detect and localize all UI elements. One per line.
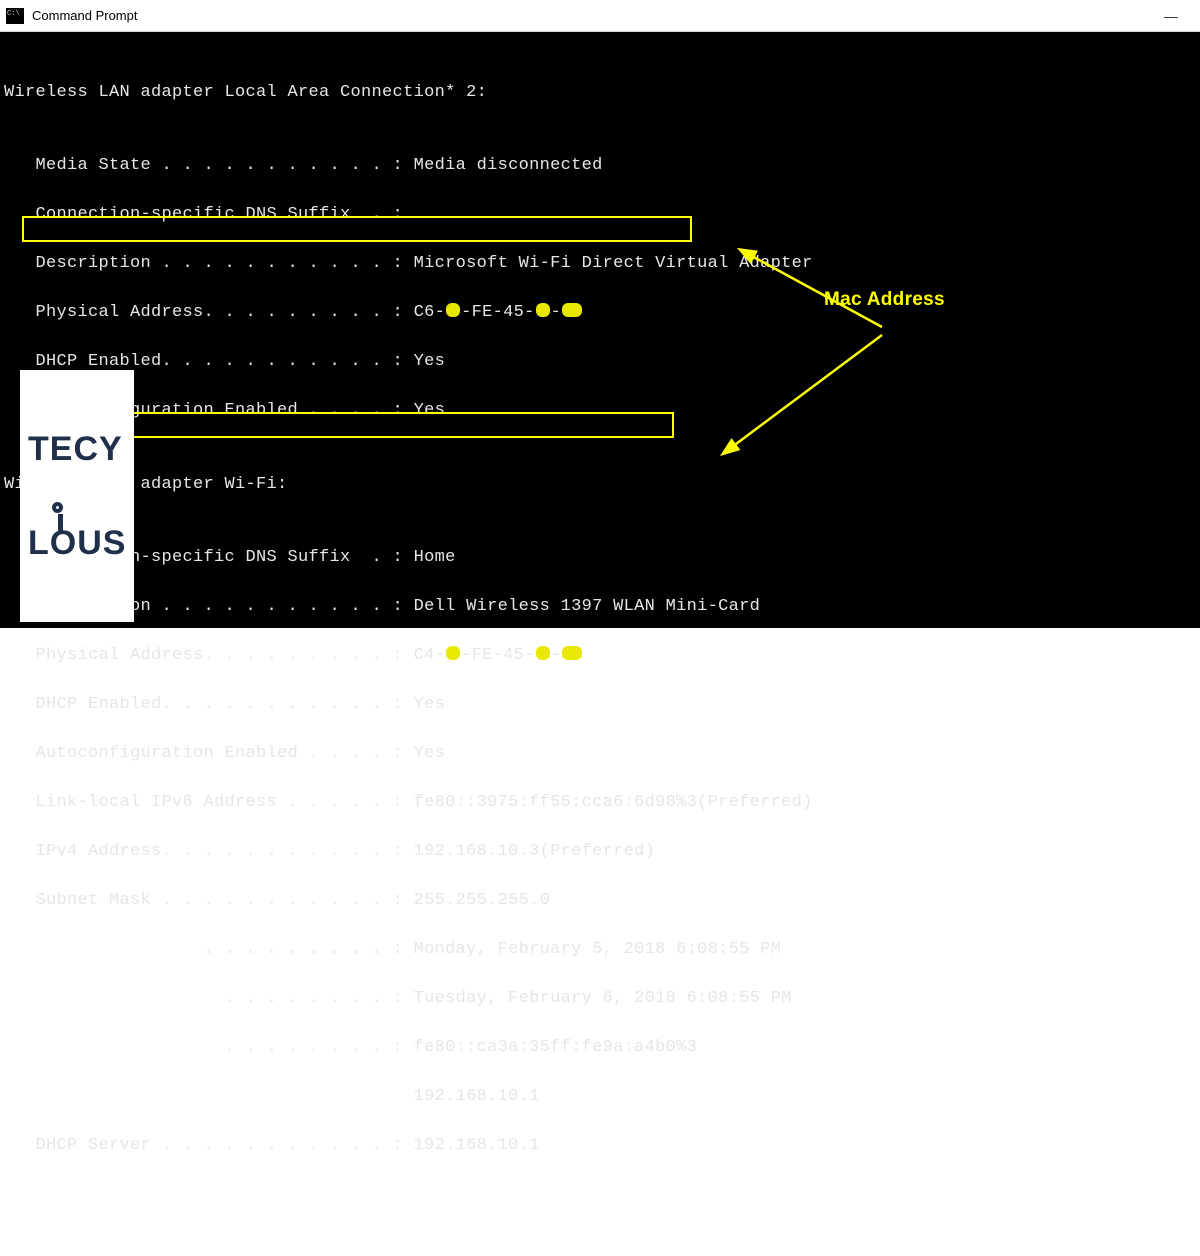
annotation-label: Mac Address [824, 288, 945, 313]
dns-suffix-line: Connection-specific DNS Suffix . : [4, 203, 1200, 228]
redacted-octet [446, 303, 460, 317]
physaddr-mid: -FE-45- [461, 646, 535, 665]
redacted-octet [446, 646, 460, 660]
logo-o-icon: O [50, 528, 77, 559]
physical-address-line: Physical Address. . . . . . . . . : C4--… [4, 644, 1200, 669]
description-line: Description . . . . . . . . . . . : Micr… [4, 252, 1200, 277]
ipv4-line: IPv4 Address. . . . . . . . . . . : 192.… [4, 840, 1200, 865]
watermark-logo: TECY LOUS [20, 370, 134, 622]
window-titlebar: Command Prompt — [0, 0, 1200, 32]
cmd-icon [6, 8, 24, 24]
logo-us: US [77, 524, 126, 562]
autoconfig-line: Autoconfiguration Enabled . . . . : Yes [4, 399, 1200, 424]
logo-row1: TECY [28, 434, 126, 465]
redacted-octet [562, 303, 582, 317]
redacted-octet [562, 646, 582, 660]
dhcp-enabled-line: DHCP Enabled. . . . . . . . . . . : Yes [4, 350, 1200, 375]
gateway-line: . . . . . . . . : fe80::ca3a:35ff:fe9a:a… [4, 1036, 1200, 1061]
logo-row2: LOUS [28, 528, 126, 559]
gateway-line2: 192.168.10.1 [4, 1085, 1200, 1110]
adapter-header: Wireless LAN adapter Wi-Fi: [4, 473, 1200, 498]
physaddr-left: Physical Address. . . . . . . . . : C6- [4, 303, 445, 322]
physical-address-line: Physical Address. . . . . . . . . : C6--… [4, 301, 1200, 326]
logo-l: L [28, 524, 50, 562]
minimize-button[interactable]: — [1148, 0, 1194, 32]
physaddr-left: Physical Address. . . . . . . . . : C4- [4, 646, 445, 665]
description-line: Description . . . . . . . . . . . : Dell… [4, 595, 1200, 620]
terminal-output[interactable]: Wireless LAN adapter Local Area Connecti… [0, 32, 1200, 628]
ipv6-line: Link-local IPv6 Address . . . . . : fe80… [4, 791, 1200, 816]
lease-obtained-line: . . . . . . . . . : Monday, February 5, … [4, 938, 1200, 963]
window-title: Command Prompt [32, 8, 137, 23]
dns-suffix-line: Connection-specific DNS Suffix . : Home [4, 546, 1200, 571]
lease-expires-line: . . . . . . . . : Tuesday, February 6, 2… [4, 987, 1200, 1012]
physaddr-mid: -FE-45- [461, 303, 535, 322]
dhcp-server-line: DHCP Server . . . . . . . . . . . : 192.… [4, 1134, 1200, 1159]
media-state-line: Media State . . . . . . . . . . . : Medi… [4, 154, 1200, 179]
adapter-header: Wireless LAN adapter Local Area Connecti… [4, 81, 1200, 106]
redacted-octet [536, 303, 550, 317]
autoconfig-line: Autoconfiguration Enabled . . . . : Yes [4, 742, 1200, 767]
subnet-mask-line: Subnet Mask . . . . . . . . . . . : 255.… [4, 889, 1200, 914]
redacted-octet [536, 646, 550, 660]
dhcp-enabled-line: DHCP Enabled. . . . . . . . . . . : Yes [4, 693, 1200, 718]
